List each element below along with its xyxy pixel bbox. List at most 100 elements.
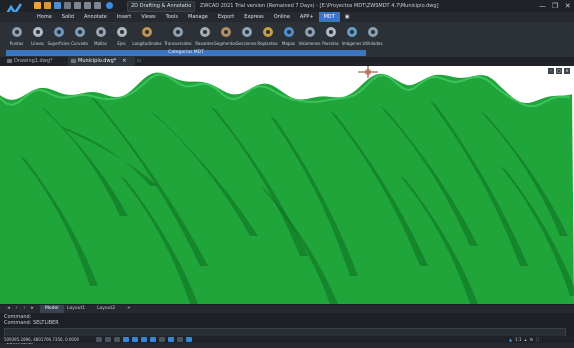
annotation-scale[interactable]: 1:1 [515,336,521,343]
annotation-visibility-icon[interactable]: ▴ [525,336,527,343]
transversales-icon [173,27,183,37]
menu-express[interactable]: Express [239,12,269,22]
menu-mdt[interactable]: MDT [318,12,340,22]
tool-segmentos[interactable]: Segmentos [214,23,237,49]
tool-rasantes[interactable]: Rasantes [194,23,215,49]
menu-annotate[interactable]: Annotate [79,12,112,22]
menu-home[interactable]: Home [32,12,57,22]
last-layout-icon[interactable]: ▸ [30,306,35,311]
minimize-icon[interactable]: — [538,2,547,11]
menu-solid[interactable]: Solid [57,12,79,22]
next-layout-icon[interactable]: › [22,306,27,311]
tool-volumenes[interactable]: Volúmenes [299,23,320,49]
drawing-viewport[interactable] [0,66,574,304]
utilidades-icon [367,27,378,37]
tool-lineas[interactable]: Líneas [27,23,48,49]
menu-online[interactable]: Online [269,12,295,22]
tool-label: Utilidades [362,41,383,46]
new-file-icon[interactable] [34,2,41,9]
volumenes-icon [304,27,315,37]
terrain-mesh [0,72,574,304]
save-icon[interactable] [54,2,61,9]
curvado-icon [74,27,85,37]
tool-ejes[interactable]: Ejes [111,23,132,49]
tool-utilidades[interactable]: Utilidades [362,23,383,49]
tool-imagenes[interactable]: Imágenes [341,23,362,49]
open-file-icon[interactable] [44,2,51,9]
tool-parcelas[interactable]: Parcelas [320,23,341,49]
dynamic-input-icon[interactable] [159,337,165,342]
close-icon[interactable]: ✕ [563,2,572,11]
lineweight-toggle-icon[interactable] [150,337,156,342]
menu-manage[interactable]: Manage [183,12,213,22]
grid-toggle-icon[interactable] [96,337,102,342]
rasantes-icon [199,27,210,37]
annotation-scale-icon[interactable]: ▲ [509,336,512,343]
secciones-icon [241,27,252,37]
add-layout-button[interactable]: + [122,305,136,313]
tool-transversales[interactable]: Transversales [162,23,194,49]
tool-mapas[interactable]: Mapas [278,23,299,49]
tool-longitudinales[interactable]: Longitudinales [132,23,162,49]
viewport-close-icon[interactable]: × [564,68,570,74]
print-icon[interactable] [74,2,81,9]
menu-tools[interactable]: Tools [161,12,183,22]
tool-replanteo[interactable]: Replanteo [257,23,278,49]
snap-toggle-icon[interactable] [105,337,111,342]
save-as-icon[interactable] [64,2,71,9]
polar-toggle-icon[interactable] [123,337,129,342]
layout-tab-layout2[interactable]: Layout2 [92,305,120,313]
crosshair-cursor-icon [358,63,378,78]
tool-secciones[interactable]: Secciones [236,23,257,49]
command-history-line: Command: SELTLIBER [4,320,59,326]
tool-superficies[interactable]: Superficies [47,23,70,49]
otrack-toggle-icon[interactable] [141,337,147,342]
tool-label: Segmentos [214,41,237,46]
tab-close-icon[interactable]: × [122,58,126,64]
viewport-minimize-icon[interactable]: – [548,68,554,74]
doc-tab-municipio[interactable]: Municipio.dwg* × [68,57,135,66]
menu-export[interactable]: Export [213,12,239,22]
redo-icon[interactable] [94,2,101,9]
workspace-switch-icon[interactable]: ⚙ [530,336,534,343]
ribbon-display-icon[interactable]: ▣ [340,12,355,22]
tool-label: Transversales [164,41,192,46]
tool-label: Mapas [282,41,295,46]
prev-layout-icon[interactable]: ‹ [14,306,19,311]
lineas-icon [32,27,43,37]
menu-app-[interactable]: APP+ [295,12,319,22]
window-title: ZWCAD 2021 Trial version (Remained 7 Day… [200,3,439,9]
maximize-icon[interactable]: ❐ [550,2,559,11]
fullscreen-icon[interactable]: ⛶ [536,336,539,343]
viewport-controls: – □ × [548,68,570,76]
layout-tab-model[interactable]: Model [40,305,64,313]
tool-label: Curvado [71,41,88,46]
tool-mallas[interactable]: Mallas [90,23,111,49]
tool-label: Rasantes [195,41,214,46]
tool-label: Longitudinales [132,41,162,46]
status-bar [0,336,574,343]
tool-label: Ejes [117,41,126,46]
ribbon-group-label: Categorías MDT [168,50,204,55]
tool-label: Líneas [31,41,44,46]
tool-curvado[interactable]: Curvado [69,23,90,49]
doc-tab-drawing1[interactable]: Drawing1.dwg* [4,57,65,66]
ortho-toggle-icon[interactable] [114,337,120,342]
first-layout-icon[interactable]: ◂ [6,306,11,311]
tool-label: Volúmenes [298,41,321,46]
transparency-icon[interactable] [177,337,183,342]
new-tab-icon[interactable]: ▭ [134,57,144,66]
selection-cycling-icon[interactable] [168,337,174,342]
menu-views[interactable]: Views [136,12,160,22]
tool-puntos[interactable]: Puntos [6,23,27,49]
viewport-restore-icon[interactable]: □ [556,68,562,74]
menu-insert[interactable]: Insert [112,12,136,22]
layout-tab-layout1[interactable]: Layout1 [62,305,90,313]
workspace-select[interactable]: 2D Drafting & Annotatio [127,1,196,12]
workspace-gear-icon[interactable] [106,2,113,9]
imagenes-icon [346,27,357,37]
model-space-icon[interactable] [186,337,192,342]
undo-icon[interactable] [84,2,91,9]
osnap-toggle-icon[interactable] [132,337,138,342]
superficies-icon [53,27,64,37]
